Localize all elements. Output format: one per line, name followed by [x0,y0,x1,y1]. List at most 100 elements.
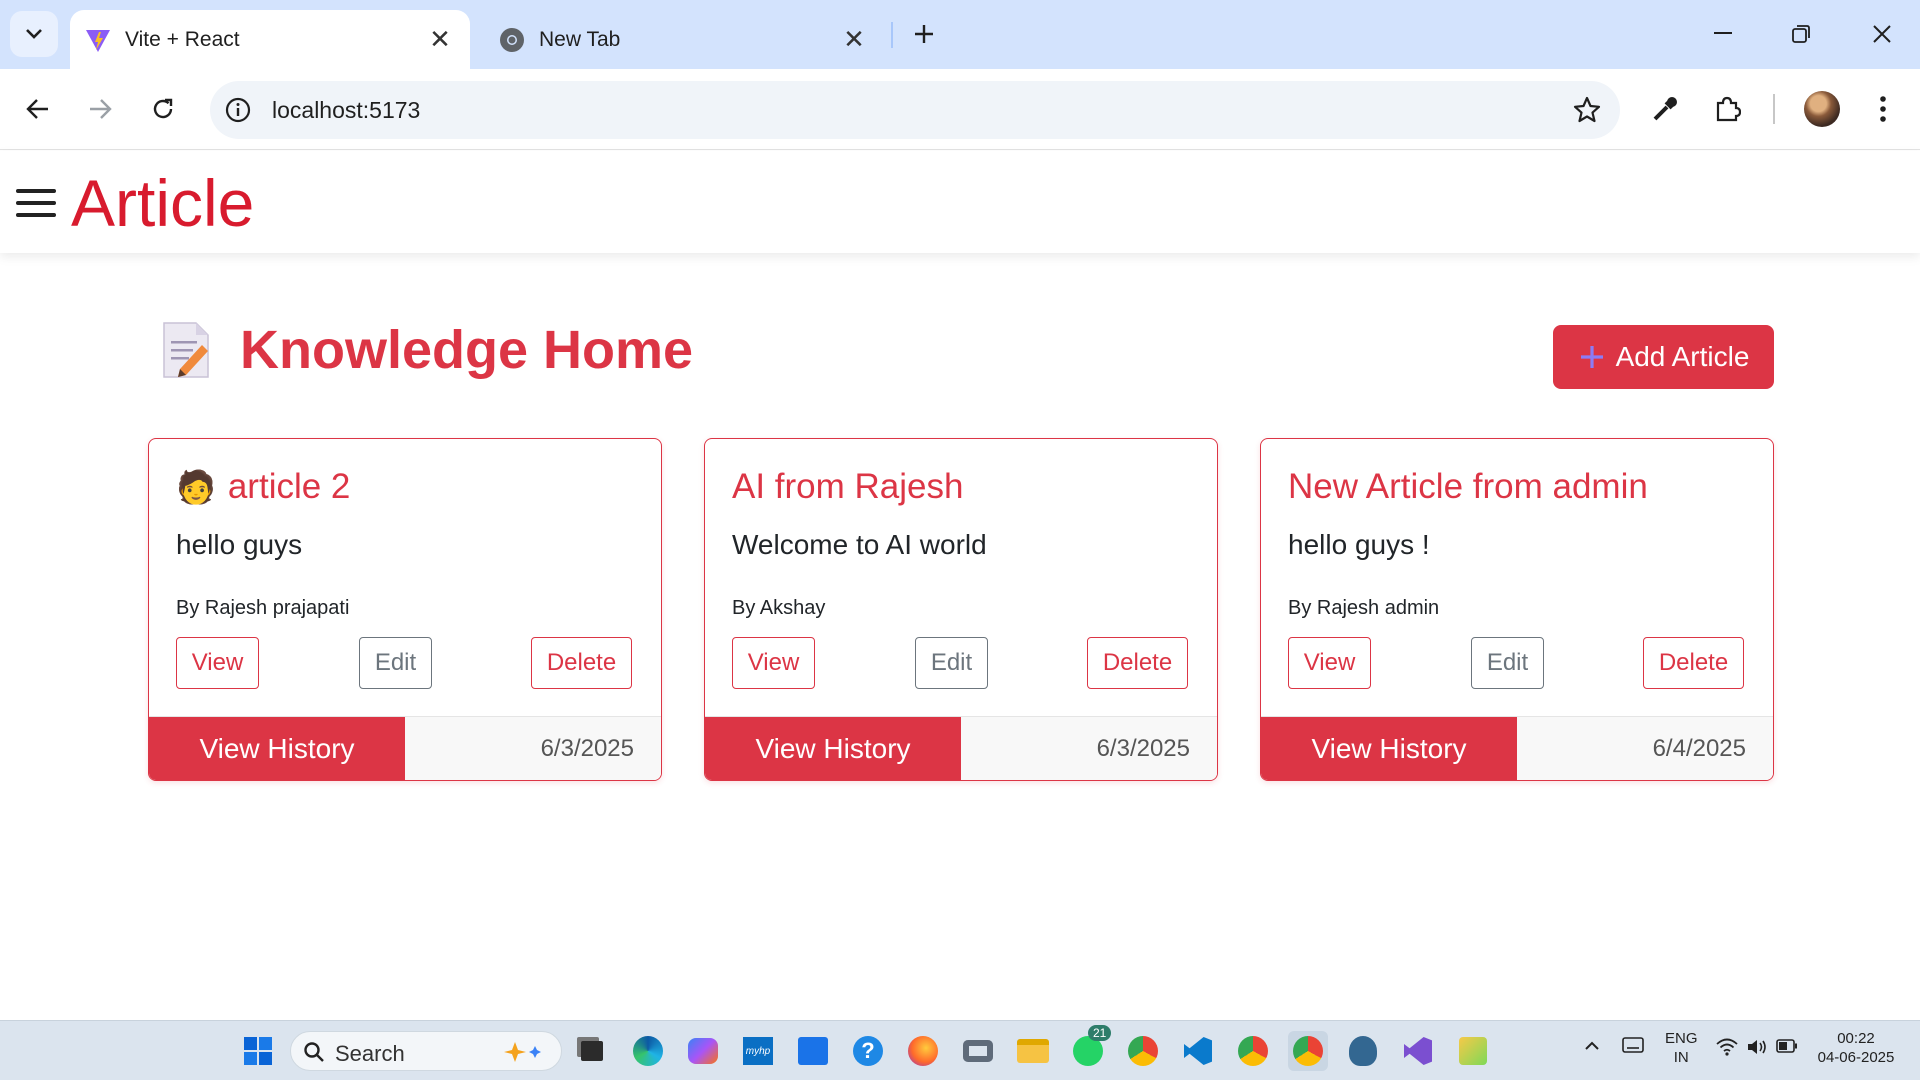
article-author: By Rajesh prajapati [176,597,350,619]
delete-button[interactable]: Delete [1643,637,1744,689]
help-icon[interactable]: ? [848,1031,888,1071]
arrow-left-icon [26,99,48,119]
volume-icon[interactable] [1746,1038,1768,1061]
whatsapp-icon[interactable]: 21 [1068,1025,1112,1071]
new-tab-button[interactable] [906,16,942,52]
snipping-tool-icon[interactable] [1453,1031,1493,1071]
plus-icon [915,25,933,43]
article-author: By Akshay [732,597,826,619]
article-description: hello guys ! [1288,529,1430,560]
search-icon [304,1042,324,1062]
tab-search-button[interactable] [10,11,58,57]
article-date: 6/3/2025 [1096,735,1190,762]
store-icon[interactable] [793,1031,833,1071]
taskbar-search[interactable]: Search [290,1031,562,1071]
language-code: ENG [1665,1030,1698,1047]
vscode-icon[interactable] [1178,1031,1218,1071]
tab-divider [891,22,893,48]
view-button[interactable]: View [176,637,259,689]
tab-vite-react[interactable]: Vite + React ✕ [70,10,470,69]
edge-icon[interactable] [628,1031,668,1071]
restore-button[interactable] [1771,14,1831,54]
menu-button[interactable] [1863,89,1903,129]
minimize-button[interactable] [1693,14,1753,54]
reload-icon [153,98,173,119]
whatsapp-badge: 21 [1088,1025,1112,1041]
edit-button[interactable]: Edit [915,637,988,689]
back-button[interactable] [18,89,58,129]
taskbar-search-label: Search [335,1041,405,1066]
address-bar[interactable]: localhost:5173 [210,81,1620,139]
page-heading: Knowledge Home [160,318,693,382]
arrow-right-icon [90,99,112,119]
eyedropper-extension-button[interactable] [1645,89,1685,129]
close-window-button[interactable] [1852,14,1912,54]
close-tab-icon[interactable]: ✕ [840,24,868,54]
region-code: IN [1673,1049,1689,1066]
reload-button[interactable] [143,89,183,129]
chrome-profile-icon[interactable] [1233,1031,1273,1071]
person-emoji-icon: 🧑 [176,469,216,505]
task-view-icon[interactable] [572,1031,612,1071]
delete-button[interactable]: Delete [1087,637,1188,689]
memo-icon [163,322,209,378]
chevron-up-icon[interactable] [1584,1037,1600,1056]
plus-icon [1580,346,1603,368]
browser-toolbar: localhost:5173 [0,69,1920,150]
edit-button[interactable]: Edit [359,637,432,689]
bookmark-star-icon[interactable] [1572,95,1602,125]
tab-new-tab[interactable]: New Tab ✕ [484,10,884,69]
article-title[interactable]: New Article from admin [1288,467,1648,507]
article-title[interactable]: 🧑 article 2 [176,467,350,507]
chrome-taskbar-icon[interactable] [1123,1031,1163,1071]
article-card: 🧑 article 2 hello guys By Rajesh prajapa… [148,438,662,781]
copilot-icon[interactable] [683,1031,723,1071]
firefox-icon[interactable] [903,1031,943,1071]
clock[interactable]: 00:22 04-06-2025 [1815,1029,1897,1067]
language-indicator[interactable]: ENG IN [1665,1029,1698,1067]
card-footer: View History 6/3/2025 [149,716,661,780]
article-description: Welcome to AI world [732,529,987,560]
page-title: Knowledge Home [240,320,694,380]
puzzle-icon [1716,96,1741,122]
profile-avatar[interactable] [1804,91,1840,127]
windows-logo-icon [244,1037,272,1065]
hamburger-menu-icon[interactable] [16,189,56,217]
more-vertical-icon [1880,96,1886,122]
delete-button[interactable]: Delete [531,637,632,689]
camera-icon[interactable] [958,1031,998,1071]
chrome-active-icon[interactable] [1288,1031,1328,1071]
forward-button[interactable] [80,89,120,129]
tab-strip: Vite + React ✕ New Tab ✕ [0,0,1920,69]
tab-title: Vite + React [125,28,240,51]
visual-studio-icon[interactable] [1398,1031,1438,1071]
postgresql-icon[interactable] [1343,1031,1383,1071]
view-button[interactable]: View [732,637,815,689]
toolbar-divider [1773,94,1775,124]
close-tab-icon[interactable]: ✕ [426,24,454,54]
view-history-button[interactable]: View History [705,717,961,780]
extensions-button[interactable] [1707,89,1747,129]
file-explorer-icon[interactable] [1013,1031,1053,1071]
vite-logo-icon [86,30,110,52]
article-card: AI from Rajesh Welcome to AI world By Ak… [704,438,1218,781]
chevron-down-icon [26,29,42,39]
keyboard-icon[interactable] [1622,1037,1644,1058]
url-text[interactable]: localhost:5173 [272,97,420,124]
start-button[interactable] [238,1031,278,1071]
wifi-icon[interactable] [1716,1038,1738,1061]
edit-button[interactable]: Edit [1471,637,1544,689]
minimize-icon [1714,32,1732,34]
myhp-icon[interactable]: myhp [738,1031,778,1071]
clock-time: 00:22 [1837,1030,1875,1047]
article-title-text: New Article from admin [1288,467,1648,506]
site-info-icon[interactable] [224,96,252,124]
view-history-button[interactable]: View History [1261,717,1517,780]
view-button[interactable]: View [1288,637,1371,689]
app-brand[interactable]: Article [71,165,254,241]
battery-icon[interactable] [1776,1039,1798,1058]
add-article-button[interactable]: Add Article [1553,325,1774,389]
view-history-button[interactable]: View History [149,717,405,780]
article-title[interactable]: AI from Rajesh [732,467,963,507]
app-header: Article [0,151,1920,253]
